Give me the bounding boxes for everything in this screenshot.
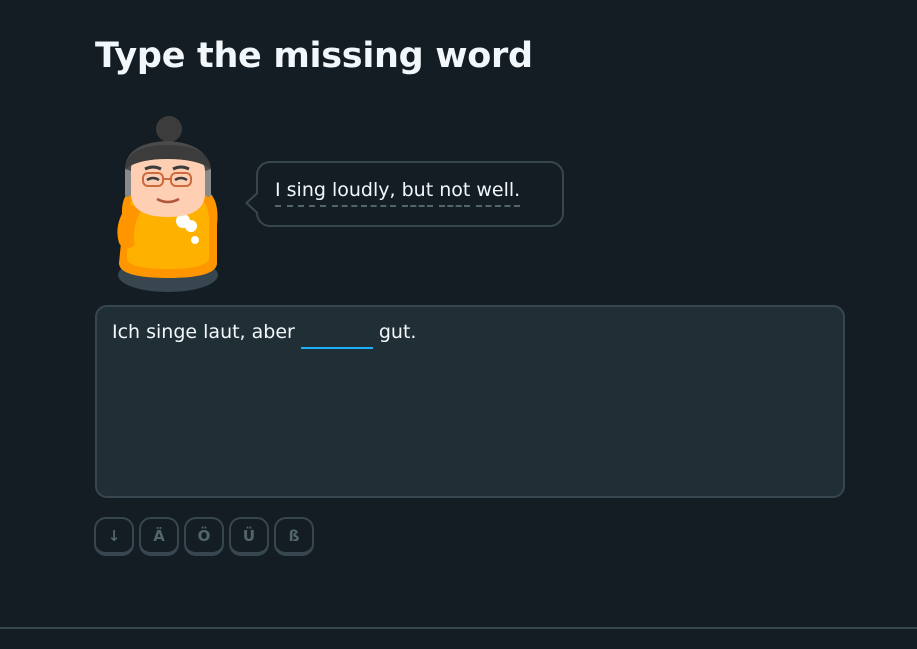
hint-word[interactable]: not <box>439 179 471 207</box>
chevron-down-icon[interactable]: ↓ <box>94 517 134 556</box>
answer-panel: Ich singe laut, aber gut. <box>95 305 845 498</box>
answer-sentence: Ich singe laut, aber gut. <box>112 321 416 349</box>
special-character-keyboard: ↓ Ä Ö Ü ß <box>94 517 314 556</box>
speech-bubble: I sing loudly, but not well. <box>245 161 564 227</box>
key-eszett[interactable]: ß <box>274 517 314 556</box>
key-u-umlaut[interactable]: Ü <box>229 517 269 556</box>
exercise-screen: Type the missing word I sing loudly, but… <box>0 0 917 649</box>
hint-word[interactable]: sing <box>286 179 326 207</box>
character-avatar <box>105 113 230 295</box>
page-title: Type the missing word <box>95 36 533 76</box>
hint-word[interactable]: loudly, <box>331 179 396 207</box>
footer-divider <box>0 627 917 629</box>
hint-word[interactable]: well. <box>476 179 521 207</box>
hint-word[interactable]: I <box>275 179 281 207</box>
sentence-suffix: gut. <box>378 321 417 343</box>
key-o-umlaut[interactable]: Ö <box>184 517 224 556</box>
missing-word-input[interactable] <box>300 321 373 349</box>
hint-word[interactable]: but <box>401 179 434 207</box>
sentence-prefix: Ich singe laut, aber <box>112 321 295 343</box>
key-a-umlaut[interactable]: Ä <box>139 517 179 556</box>
prompt-sentence: I sing loudly, but not well. <box>275 179 521 207</box>
